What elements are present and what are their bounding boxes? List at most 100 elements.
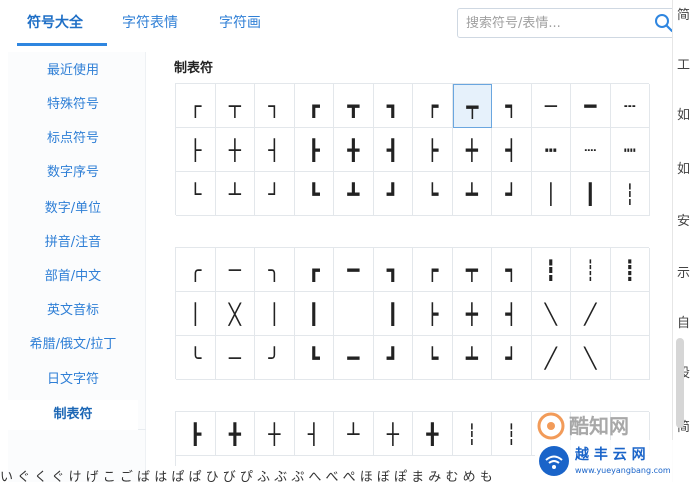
symbol-cell[interactable]: ┣	[294, 128, 334, 172]
sidebar-item-recent[interactable]: 最近使用	[8, 56, 138, 86]
symbol-cell[interactable]: ┫	[373, 128, 413, 172]
symbol-cell[interactable]: ┘	[255, 172, 295, 216]
symbol-cell[interactable]	[610, 292, 650, 336]
symbol-cell[interactable]: ─	[215, 336, 255, 380]
symbol-cell[interactable]: ┼	[373, 412, 413, 456]
symbol-cell[interactable]: ━	[571, 84, 611, 128]
symbol-cell[interactable]: ┯	[452, 84, 492, 128]
symbol-cell[interactable]: ╲	[531, 292, 571, 336]
symbol-cell[interactable]: ─	[531, 84, 571, 128]
symbol-cell[interactable]: ┉	[610, 128, 650, 172]
symbol-cell[interactable]: ╲	[571, 336, 611, 380]
symbol-cell[interactable]: ┥	[492, 292, 532, 336]
symbol-cell[interactable]: ┓	[373, 84, 413, 128]
symbol-grid-block-1: ┌ ┬ ┐ ┏ ┳ ┓ ┍ ┯ ┑ ─ ━ ┄ ├ ┼ ┤ ┣ ╋ ┫ ┝ ┿ ┥ ┅ ┈ ┉ └ ┴ ┘ ┗ ┻ ┛ ┕ ┷ ┙ │ ┃ ┆	[175, 83, 650, 216]
symbol-cell[interactable]: ┄	[610, 84, 650, 128]
symbol-cell[interactable]: ╰	[176, 336, 216, 380]
symbol-cell[interactable]: ┻	[334, 172, 374, 216]
symbol-cell[interactable]: ┳	[334, 84, 374, 128]
symbol-cell[interactable]: ┆	[610, 172, 650, 216]
symbol-cell[interactable]: ┤	[294, 412, 334, 456]
symbol-cell[interactable]: ╳	[215, 292, 255, 336]
symbol-cell[interactable]: ┛	[373, 172, 413, 216]
tab-emoticons[interactable]: 字符表情	[122, 12, 178, 32]
symbol-cell[interactable]: ┝	[413, 292, 453, 336]
vertical-scrollbar[interactable]	[676, 338, 684, 428]
symbol-cell[interactable]: ━	[334, 248, 374, 292]
symbol-cell[interactable]: ┍	[413, 84, 453, 128]
sidebar-item-punctuation[interactable]: 标点符号	[8, 124, 138, 154]
symbol-cell[interactable]: ┆	[492, 412, 532, 456]
symbol-cell[interactable]: ╮	[255, 248, 295, 292]
symbol-cell[interactable]: ┑	[492, 84, 532, 128]
symbol-cell[interactable]: │	[176, 292, 216, 336]
sidebar-item-japanese[interactable]: 日文字符	[8, 365, 138, 395]
sliver-char: 示	[677, 266, 691, 281]
symbol-cell[interactable]: ┍	[413, 248, 453, 292]
symbol-cell[interactable]: ┊	[571, 248, 611, 292]
symbol-cell[interactable]: ╱	[571, 292, 611, 336]
symbol-cell[interactable]: ┤	[255, 128, 295, 172]
symbol-cell[interactable]: ┷	[452, 172, 492, 216]
symbol-cell[interactable]: ╋	[334, 128, 374, 172]
symbol-cell[interactable]: ┬	[215, 84, 255, 128]
symbol-cell[interactable]: ┗	[294, 172, 334, 216]
sidebar-item-special[interactable]: 特殊符号	[8, 90, 138, 120]
symbol-cell[interactable]: ┛	[373, 336, 413, 380]
symbol-cell[interactable]: ┿	[452, 292, 492, 336]
symbol-cell[interactable]: ╭	[176, 248, 216, 292]
symbol-cell[interactable]: ┴	[334, 412, 374, 456]
symbol-cell[interactable]	[334, 292, 374, 336]
symbol-cell[interactable]: ┐	[255, 84, 295, 128]
symbol-cell[interactable]: ┕	[413, 336, 453, 380]
symbol-cell[interactable]: ┝	[413, 128, 453, 172]
symbol-cell[interactable]: ╋	[413, 412, 453, 456]
symbol-cell[interactable]: ├	[176, 128, 216, 172]
symbol-cell[interactable]: │	[255, 292, 295, 336]
symbol-cell[interactable]: ╋	[215, 412, 255, 456]
symbol-cell[interactable]: ┏	[294, 84, 334, 128]
symbol-cell[interactable]: ┇	[531, 248, 571, 292]
sidebar-item-phonetics[interactable]: 英文音标	[8, 296, 138, 326]
symbol-cell[interactable]: ┣	[176, 412, 216, 456]
symbol-cell[interactable]: ┙	[492, 336, 532, 380]
symbol-cell[interactable]: ┷	[452, 336, 492, 380]
sidebar-item-box-drawing[interactable]: 制表符	[8, 400, 138, 430]
sidebar-item-number-sequence[interactable]: 数字序号	[8, 158, 138, 188]
symbol-cell[interactable]: └	[176, 172, 216, 216]
symbol-cell[interactable]: ┓	[373, 248, 413, 292]
symbol-cell[interactable]: ╯	[255, 336, 295, 380]
symbol-cell[interactable]: ━	[334, 336, 374, 380]
symbol-cell[interactable]: ┕	[413, 172, 453, 216]
search-icon[interactable]	[654, 13, 674, 33]
symbol-cell[interactable]: ┃	[373, 292, 413, 336]
symbol-cell[interactable]: ┼	[215, 128, 255, 172]
symbol-cell[interactable]: ┏	[294, 248, 334, 292]
sidebar-item-number-units[interactable]: 数字/单位	[8, 194, 138, 224]
symbol-cell[interactable]: ┯	[452, 248, 492, 292]
symbol-cell[interactable]: ┌	[176, 84, 216, 128]
symbol-cell[interactable]: ─	[215, 248, 255, 292]
sidebar-item-radicals[interactable]: 部首/中文	[8, 262, 138, 292]
tab-ascii-art[interactable]: 字符画	[219, 12, 261, 32]
search-input[interactable]	[466, 13, 646, 33]
symbol-cell[interactable]: ┃	[294, 292, 334, 336]
symbol-cell[interactable]: ┿	[452, 128, 492, 172]
symbol-cell[interactable]: ┅	[531, 128, 571, 172]
sidebar-item-pinyin[interactable]: 拼音/注音	[8, 228, 138, 258]
symbol-cell[interactable]: ┴	[215, 172, 255, 216]
symbol-cell[interactable]: ┑	[492, 248, 532, 292]
tab-symbols[interactable]: 符号大全	[27, 12, 83, 32]
symbol-cell[interactable]: ┆	[452, 412, 492, 456]
symbol-cell[interactable]: ┼	[255, 412, 295, 456]
symbol-cell[interactable]: ┋	[610, 248, 650, 292]
symbol-cell[interactable]: ┈	[571, 128, 611, 172]
symbol-cell[interactable]: │	[531, 172, 571, 216]
symbol-cell[interactable]	[610, 336, 650, 380]
symbol-cell[interactable]: ┃	[571, 172, 611, 216]
symbol-cell[interactable]: ┗	[294, 336, 334, 380]
symbol-cell[interactable]: ╱	[531, 336, 571, 380]
symbol-cell[interactable]: ┙	[492, 172, 532, 216]
symbol-cell[interactable]: ┥	[492, 128, 532, 172]
sidebar-item-greek-russian-latin[interactable]: 希腊/俄文/拉丁	[8, 330, 138, 360]
